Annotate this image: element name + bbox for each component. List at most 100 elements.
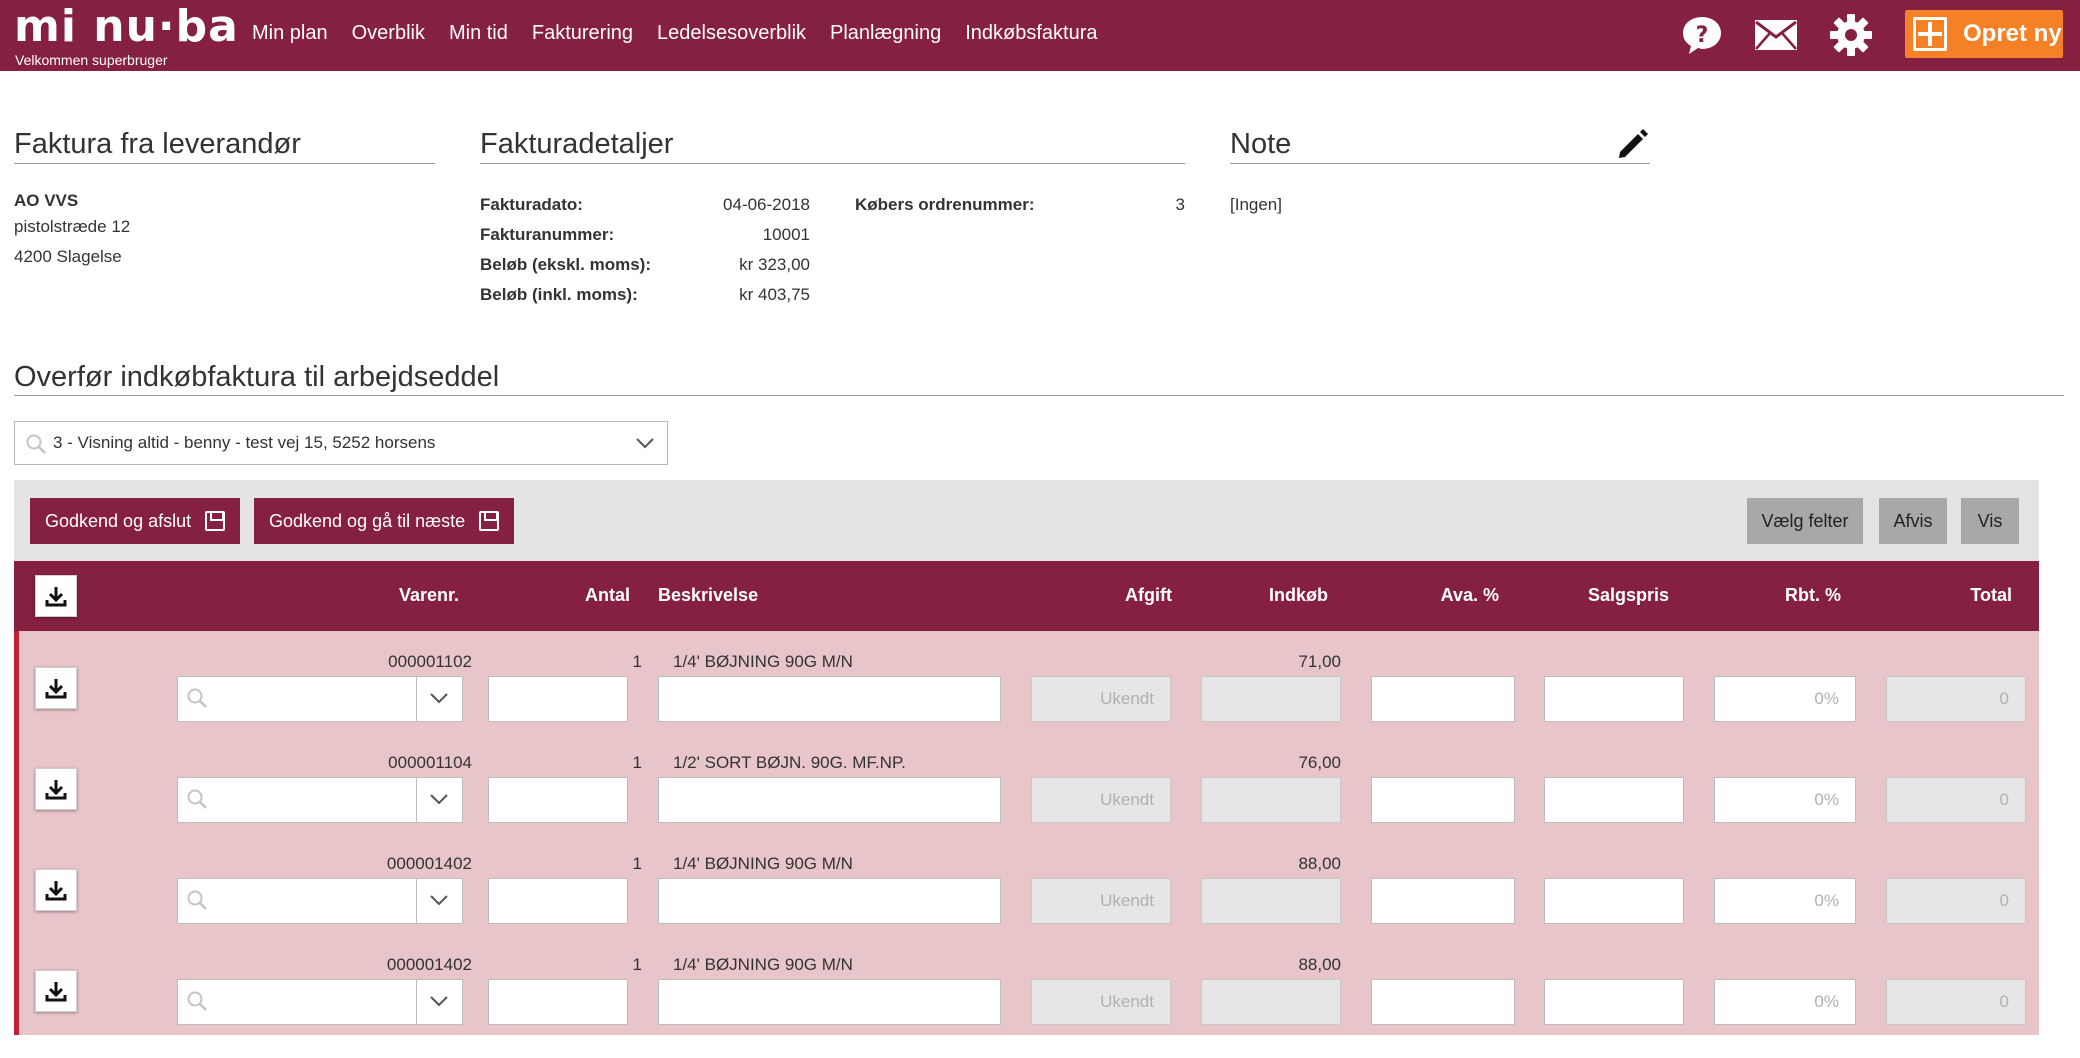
chevron-down-icon[interactable] [428,686,450,710]
gear-icon[interactable] [1828,13,1874,57]
show-button[interactable]: Vis [1961,498,2019,544]
mail-icon[interactable] [1753,13,1799,57]
sales-price-input[interactable] [1544,777,1684,823]
reject-button[interactable]: Afvis [1879,498,1947,544]
approve-next-button[interactable]: Godkend og gå til næste [254,498,514,544]
top-navigation-bar: mi nu·ba Velkommen superbruger Min plan … [0,0,2080,71]
description-input[interactable] [658,979,1001,1025]
supplier-name: AO VVS [14,191,79,210]
markup-input[interactable] [1371,979,1515,1025]
note-section-title: Note [1230,128,1292,160]
nav-item-min-plan[interactable]: Min plan [240,20,340,46]
column-header-qty[interactable]: Antal [585,585,630,606]
nav-item-overblik[interactable]: Overblik [340,20,437,46]
supplier-section-title: Faktura fra leverandør [14,128,301,160]
column-header-purchase[interactable]: Indkøb [1269,585,1328,606]
discount-placeholder: 0% [1814,689,1839,708]
help-icon[interactable]: ? [1679,13,1725,57]
select-divider [416,677,417,721]
select-divider [416,980,417,1024]
sales-price-input[interactable] [1544,878,1684,924]
discount-input[interactable]: 0% [1714,979,1856,1025]
description-input[interactable] [658,676,1001,722]
sales-price-input[interactable] [1544,676,1684,722]
approve-close-button[interactable]: Godkend og afslut [30,498,240,544]
note-divider [1230,163,1650,164]
column-header-fee[interactable]: Afgift [1125,585,1172,606]
markup-input[interactable] [1371,878,1515,924]
column-header-item-no[interactable]: Varenr. [399,585,459,606]
buyer-order-label: Købers ordrenummer: [855,195,1035,214]
nav-item-ledelsesoverblik[interactable]: Ledelsesoverblik [645,20,818,46]
chevron-down-icon[interactable] [428,888,450,912]
nav-item-planlaegning[interactable]: Planlægning [818,20,953,46]
note-text: [Ingen] [1230,195,1282,214]
download-row-button[interactable] [35,869,77,911]
download-row-button[interactable] [35,970,77,1012]
workorder-select[interactable]: 3 - Visning altid - benny - test vej 15,… [14,421,668,465]
qty-input[interactable] [488,878,628,924]
supplier-street: pistolstræde 12 [14,217,131,236]
item-search-select[interactable] [177,878,463,924]
fee-input: Ukendt [1031,878,1171,924]
search-icon [187,789,207,809]
nav-item-min-tid[interactable]: Min tid [437,20,520,46]
markup-input[interactable] [1371,676,1515,722]
column-header-discount[interactable]: Rbt. % [1785,585,1841,606]
supplier-divider [14,163,435,164]
sales-price-input[interactable] [1544,979,1684,1025]
item-qty: 1 [632,753,642,772]
amount-excl-label: Beløb (ekskl. moms): [480,255,651,274]
discount-input[interactable]: 0% [1714,777,1856,823]
item-purchase-price: 88,00 [1298,955,1341,974]
qty-input[interactable] [488,777,628,823]
total-placeholder: 0 [1999,790,2009,809]
item-number: 000001104 [388,753,472,772]
chevron-down-icon[interactable] [428,787,450,811]
chevron-down-icon [636,438,654,449]
discount-input[interactable]: 0% [1714,878,1856,924]
qty-input[interactable] [488,676,628,722]
details-divider [480,163,1185,164]
column-header-sales-price[interactable]: Salgspris [1588,585,1669,606]
description-input[interactable] [658,878,1001,924]
download-icon [45,587,67,607]
qty-input[interactable] [488,979,628,1025]
column-header-description[interactable]: Beskrivelse [658,585,758,606]
download-row-button[interactable] [35,667,77,709]
buyer-order-value: 3 [1175,195,1185,214]
download-all-button[interactable] [35,575,77,617]
welcome-text: Velkommen superbruger [15,52,168,68]
column-header-total[interactable]: Total [1970,585,2012,606]
search-icon [187,890,207,910]
markup-input[interactable] [1371,777,1515,823]
chevron-down-icon[interactable] [428,989,450,1013]
item-search-select[interactable] [177,979,463,1025]
download-row-button[interactable] [35,768,77,810]
purchase-input [1201,878,1341,924]
total-input: 0 [1886,777,2026,823]
table-header: Varenr. Antal Beskrivelse Afgift Indkøb … [14,561,2039,631]
description-input[interactable] [658,777,1001,823]
discount-input[interactable]: 0% [1714,676,1856,722]
minuba-logo[interactable]: mi nu·ba Velkommen superbruger [14,4,239,69]
column-header-markup[interactable]: Ava. % [1441,585,1499,606]
item-qty: 1 [632,854,642,873]
amount-incl-value: kr 403,75 [739,285,810,304]
download-icon [45,982,67,1002]
invoice-number-value: 10001 [762,225,810,244]
choose-fields-button[interactable]: Vælg felter [1747,498,1863,544]
create-new-button[interactable]: Opret ny [1905,10,2063,58]
nav-item-fakturering[interactable]: Fakturering [520,20,645,46]
nav-item-indkobsfaktura[interactable]: Indkøbsfaktura [953,20,1109,46]
search-icon [187,991,207,1011]
discount-placeholder: 0% [1814,891,1839,910]
edit-note-icon[interactable] [1616,126,1650,160]
item-purchase-price: 88,00 [1298,854,1341,873]
item-qty: 1 [632,652,642,671]
table-row: 000001102 1 1/4' BØJNING 90G M/N 71,00 U… [14,631,2039,732]
item-search-select[interactable] [177,777,463,823]
search-icon [187,688,207,708]
item-search-select[interactable] [177,676,463,722]
item-description: 1/4' BØJNING 90G M/N [673,955,853,974]
